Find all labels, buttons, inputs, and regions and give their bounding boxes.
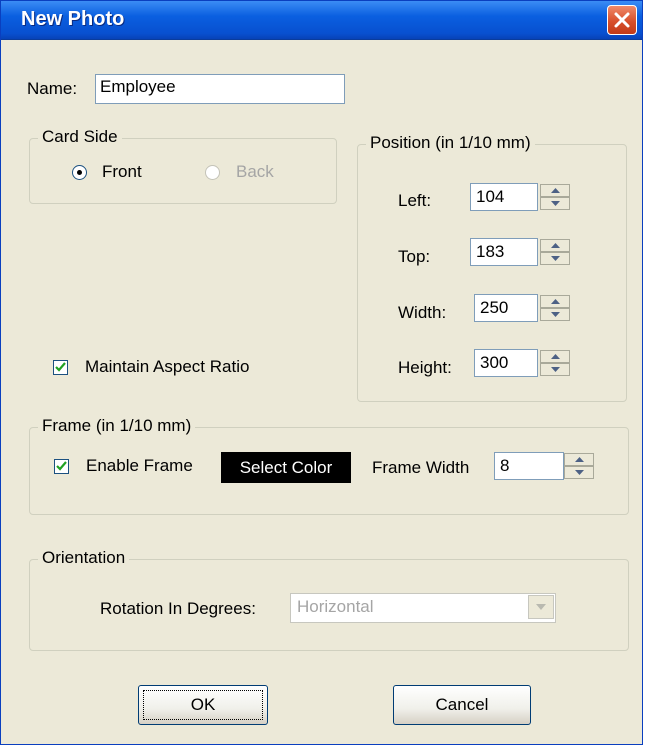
left-down-button[interactable] bbox=[540, 197, 570, 210]
ok-button[interactable]: OK bbox=[138, 685, 268, 725]
rotation-select[interactable]: Horizontal bbox=[290, 593, 556, 623]
frame-width-spinner[interactable]: 8 bbox=[494, 452, 604, 480]
window-title: New Photo bbox=[21, 8, 125, 30]
position-group: Position (in 1/10 mm) Left: 104 Top: 183… bbox=[357, 133, 627, 402]
chevron-up-icon bbox=[551, 299, 560, 304]
checkmark-icon bbox=[56, 461, 67, 471]
enable-frame-label[interactable]: Enable Frame bbox=[86, 456, 193, 476]
left-label: Left: bbox=[398, 191, 432, 210]
chevron-down-icon bbox=[536, 604, 546, 610]
radio-selected-dot bbox=[77, 170, 82, 175]
front-radio[interactable] bbox=[72, 165, 87, 180]
frame-legend: Frame (in 1/10 mm) bbox=[38, 416, 196, 436]
left-spinner[interactable]: 104 bbox=[470, 183, 570, 211]
title-bar[interactable]: New Photo bbox=[1, 1, 642, 40]
height-field[interactable]: 300 bbox=[474, 349, 538, 377]
width-spinner[interactable]: 250 bbox=[474, 294, 574, 322]
frame-width-down-button[interactable] bbox=[564, 466, 594, 479]
frame-group: Frame (in 1/10 mm) Enable Frame Select C… bbox=[29, 416, 629, 515]
width-field[interactable]: 250 bbox=[474, 294, 538, 322]
chevron-down-icon bbox=[551, 256, 560, 261]
orientation-legend: Orientation bbox=[38, 548, 130, 568]
chevron-down-icon bbox=[551, 312, 560, 317]
height-label: Height: bbox=[398, 358, 452, 377]
height-spinner[interactable]: 300 bbox=[474, 349, 574, 377]
left-field[interactable]: 104 bbox=[470, 183, 538, 211]
height-spin-buttons[interactable] bbox=[540, 350, 570, 376]
frame-width-up-button[interactable] bbox=[564, 453, 594, 466]
maintain-aspect-checkbox[interactable] bbox=[53, 360, 68, 375]
chevron-up-icon bbox=[551, 188, 560, 193]
top-spinner[interactable]: 183 bbox=[470, 238, 570, 266]
enable-frame-checkbox[interactable] bbox=[54, 459, 69, 474]
card-side-legend: Card Side bbox=[38, 127, 122, 147]
position-legend: Position (in 1/10 mm) bbox=[366, 133, 535, 153]
rotation-label: Rotation In Degrees: bbox=[100, 599, 256, 618]
close-icon bbox=[614, 12, 630, 28]
checkmark-icon bbox=[55, 362, 66, 372]
frame-width-field[interactable]: 8 bbox=[494, 452, 564, 480]
frame-width-spin-buttons[interactable] bbox=[564, 453, 594, 479]
chevron-down-icon bbox=[551, 367, 560, 372]
name-input[interactable]: Employee bbox=[95, 74, 345, 104]
card-side-group: Card Side Front Back bbox=[29, 127, 337, 204]
front-label[interactable]: Front bbox=[102, 162, 142, 182]
chevron-up-icon bbox=[551, 243, 560, 248]
width-up-button[interactable] bbox=[540, 295, 570, 308]
close-button[interactable] bbox=[607, 5, 637, 35]
top-spin-buttons[interactable] bbox=[540, 239, 570, 265]
width-label: Width: bbox=[398, 303, 447, 322]
chevron-down-icon bbox=[575, 470, 584, 475]
top-up-button[interactable] bbox=[540, 239, 570, 252]
chevron-up-icon bbox=[551, 354, 560, 359]
select-color-button[interactable]: Select Color bbox=[221, 452, 351, 483]
cancel-button[interactable]: Cancel bbox=[393, 685, 531, 725]
width-spin-buttons[interactable] bbox=[540, 295, 570, 321]
rotation-select-value: Horizontal bbox=[297, 597, 374, 616]
height-up-button[interactable] bbox=[540, 350, 570, 363]
left-spin-buttons[interactable] bbox=[540, 184, 570, 210]
left-up-button[interactable] bbox=[540, 184, 570, 197]
top-down-button[interactable] bbox=[540, 252, 570, 265]
chevron-up-icon bbox=[575, 457, 584, 462]
width-down-button[interactable] bbox=[540, 308, 570, 321]
new-photo-dialog: New Photo Name: Employee Card Side Front… bbox=[0, 0, 643, 745]
maintain-aspect-label[interactable]: Maintain Aspect Ratio bbox=[85, 357, 249, 377]
back-label[interactable]: Back bbox=[236, 162, 274, 182]
dialog-content: Name: Employee Card Side Front Back Posi… bbox=[1, 40, 642, 745]
top-label: Top: bbox=[398, 247, 431, 266]
orientation-group: Orientation Rotation In Degrees: Horizon… bbox=[29, 548, 629, 651]
back-radio[interactable] bbox=[205, 165, 220, 180]
rotation-dropdown-button[interactable] bbox=[528, 595, 554, 619]
height-down-button[interactable] bbox=[540, 363, 570, 376]
focus-rectangle bbox=[143, 690, 263, 720]
top-field[interactable]: 183 bbox=[470, 238, 538, 266]
chevron-down-icon bbox=[551, 201, 560, 206]
frame-width-label: Frame Width bbox=[372, 458, 470, 477]
cancel-button-label: Cancel bbox=[435, 695, 489, 714]
name-label: Name: bbox=[27, 79, 78, 98]
